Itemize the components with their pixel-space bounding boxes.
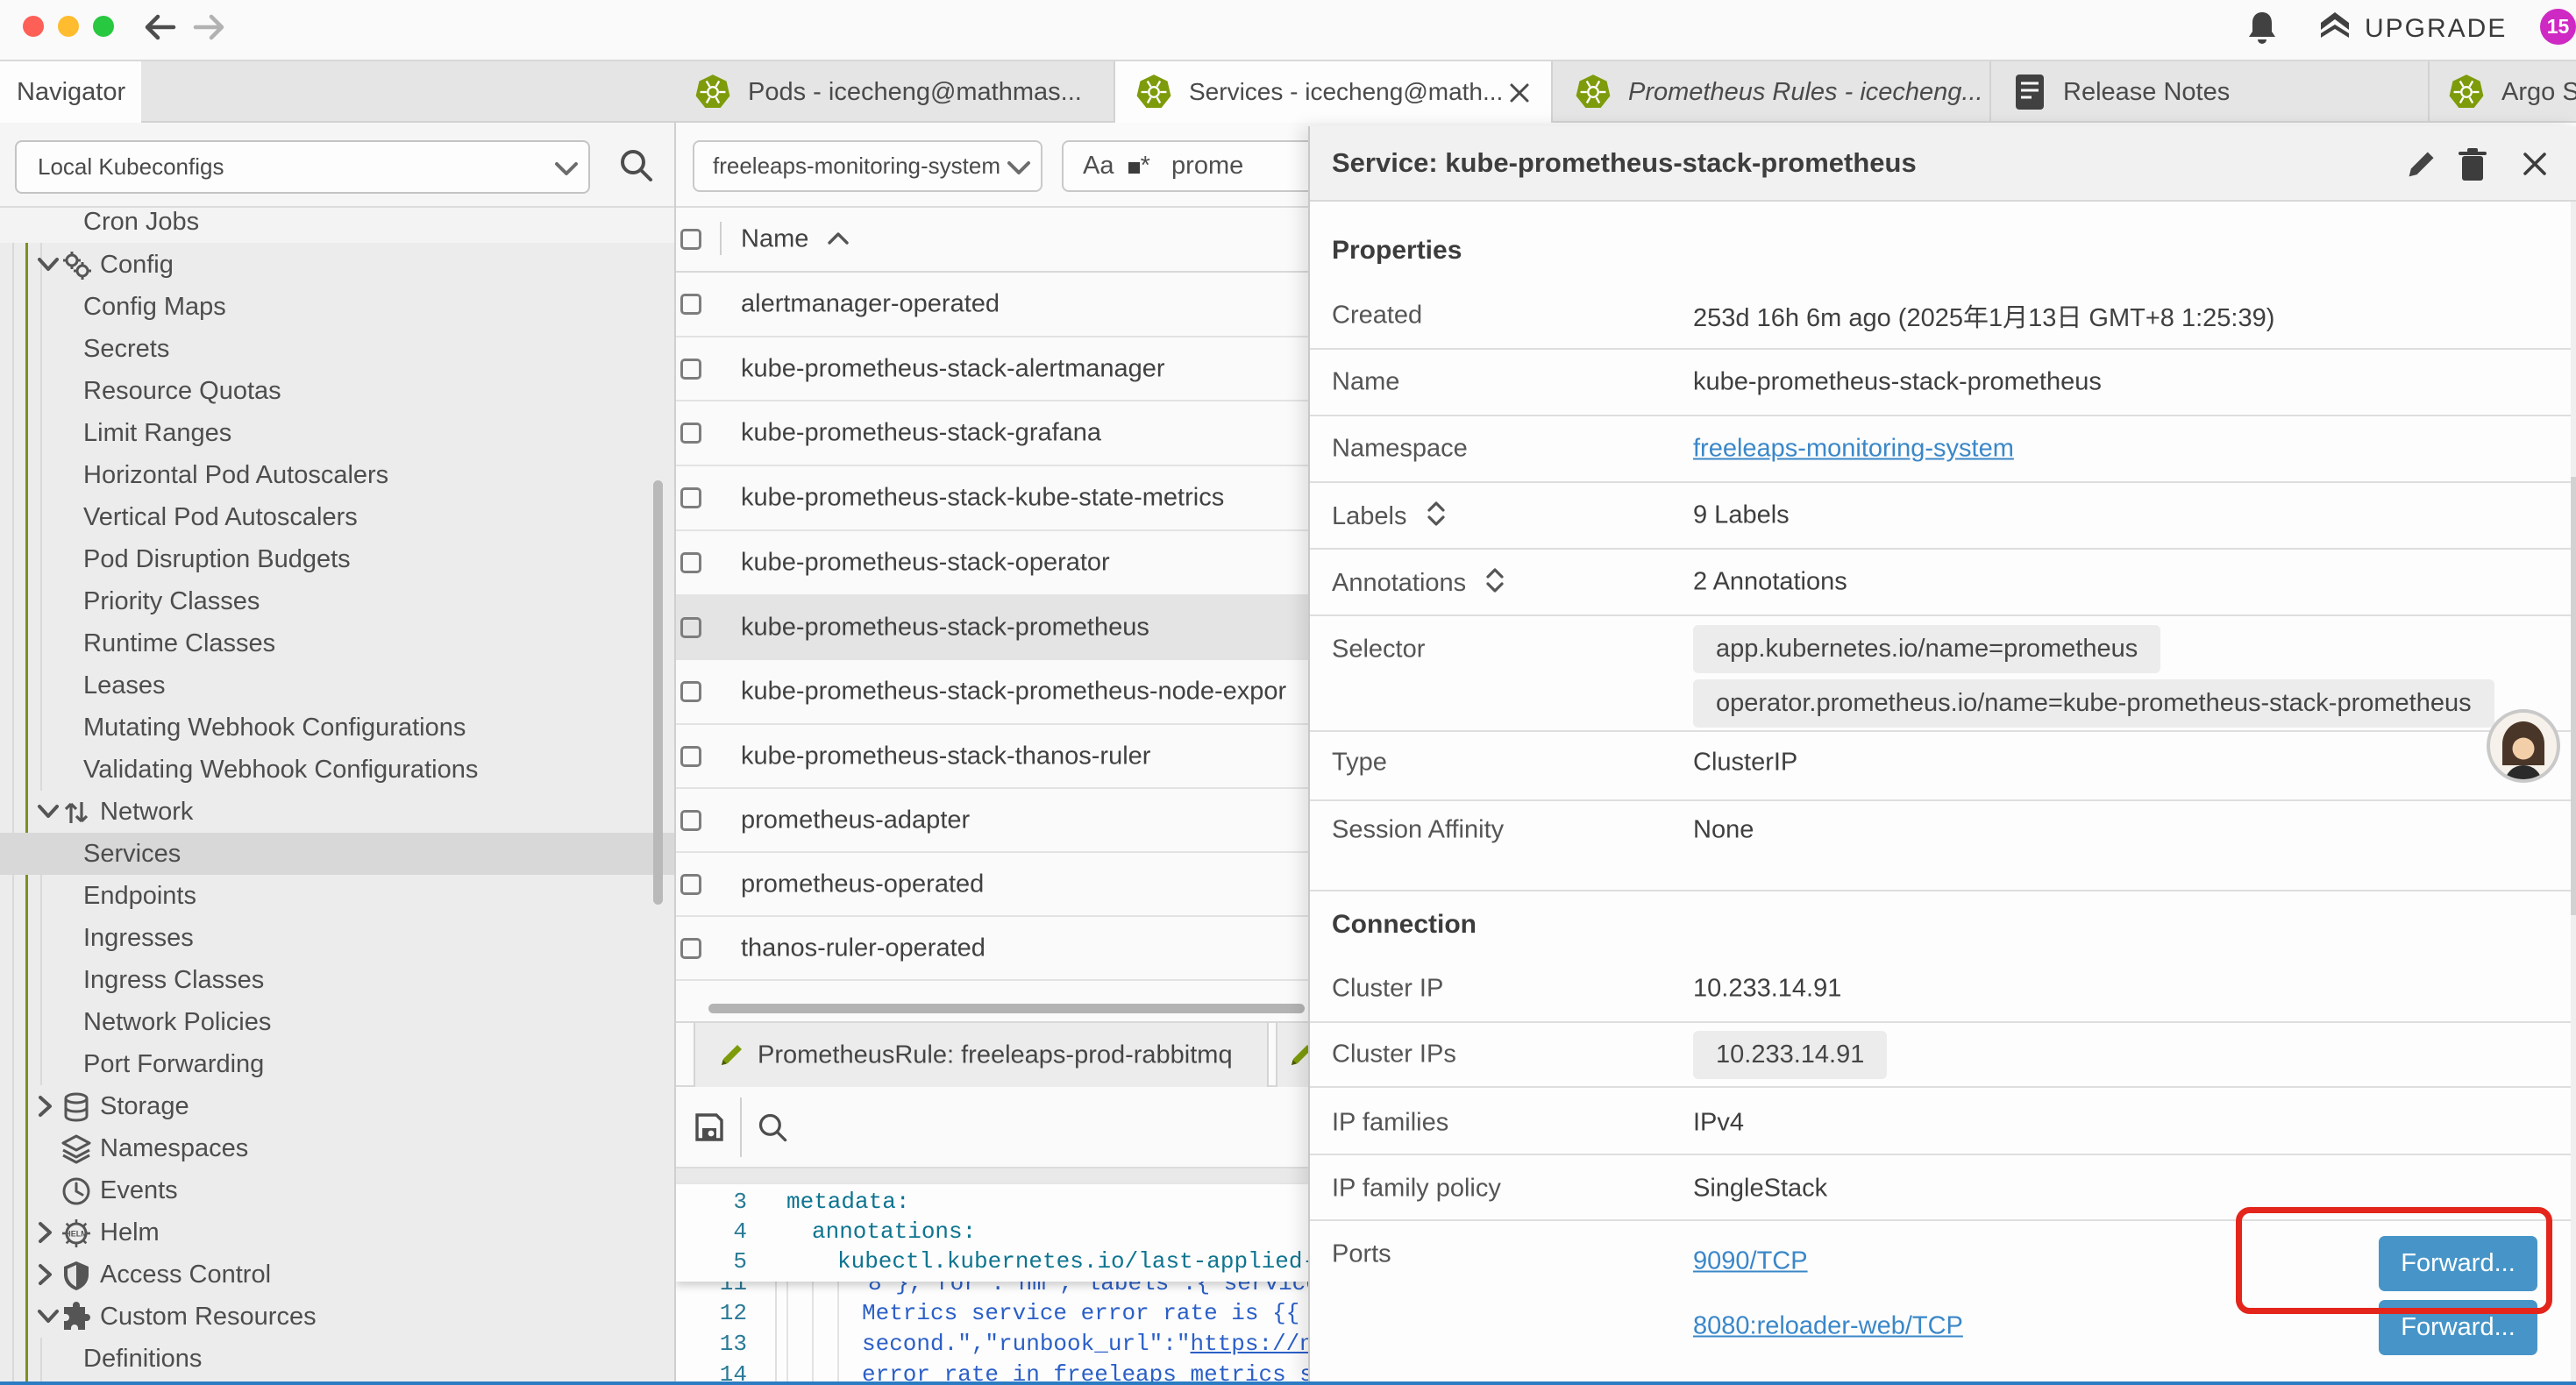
svg-text:HELM: HELM — [65, 1230, 88, 1239]
